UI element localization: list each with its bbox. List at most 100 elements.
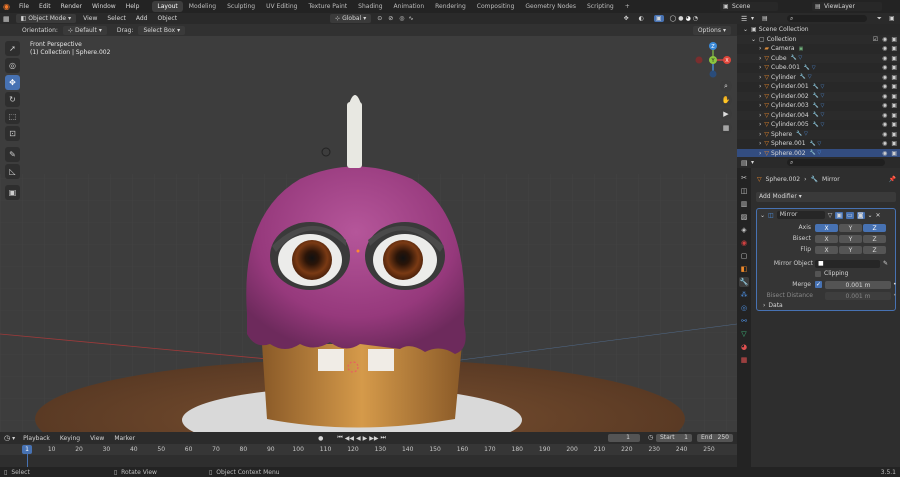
jump-end-icon[interactable]: ⏭ [380, 434, 385, 442]
end-frame-field[interactable]: End 250 [697, 434, 733, 442]
select-box-tool[interactable]: ➚ [5, 41, 20, 56]
add-workspace-button[interactable]: + [620, 1, 635, 12]
eye-icon[interactable]: ◉ [882, 74, 887, 81]
tab-constraints[interactable]: ⚯ [739, 316, 749, 326]
editor-type-icon[interactable]: ▦ [3, 15, 10, 23]
eye-icon[interactable]: ◉ [882, 102, 887, 109]
axis-y-toggle[interactable]: Y [839, 224, 862, 232]
eye-icon[interactable]: ◉ [882, 93, 887, 100]
shading-solid-icon[interactable]: ● [678, 15, 683, 22]
menu-help[interactable]: Help [121, 0, 145, 13]
tab-particles[interactable]: ⁂ [739, 290, 749, 300]
orientation-dropdown[interactable]: ⊹ Default ▾ [62, 25, 107, 35]
outliner-item-sphere-001[interactable]: › ▽ Sphere.001 🔧 ▽ ◉ ▣ [737, 139, 900, 149]
close-icon[interactable]: ✕ [876, 212, 881, 219]
tab-output[interactable]: ▥ [739, 199, 749, 209]
tab-physics[interactable]: ◎ [739, 303, 749, 313]
properties-search-input[interactable]: ⌕ [787, 159, 885, 166]
edit-mode-icon[interactable]: ▽ [828, 212, 833, 219]
eye-icon[interactable]: ◉ [882, 112, 887, 119]
transform-tool[interactable]: ⊡ [5, 126, 20, 141]
prev-key-icon[interactable]: ◀◀ [345, 435, 354, 442]
tab-tool[interactable]: ✂ [739, 173, 749, 183]
tab-world[interactable]: ◉ [739, 238, 749, 248]
jump-start-icon[interactable]: ⏮ [337, 434, 342, 442]
viewport-display-icon[interactable]: ▭ [846, 211, 854, 219]
drag-dropdown[interactable]: Select Box ▾ [138, 25, 186, 35]
outliner-item-cylinder-005[interactable]: › ▽ Cylinder.005 🔧 ▽ ◉ ▣ [737, 120, 900, 130]
current-frame-field[interactable]: 1 [608, 434, 640, 442]
viewport-menu-object[interactable]: Object [153, 15, 183, 22]
eye-icon[interactable]: ◉ [882, 45, 887, 52]
expand-chevron-icon[interactable]: › [759, 112, 761, 119]
expand-chevron-icon[interactable]: › [759, 83, 761, 90]
dropdown-icon[interactable]: ⌄ [868, 212, 873, 219]
render-camera-icon[interactable]: ▣ [891, 93, 897, 100]
outliner-item-cylinder[interactable]: › ▽ Cylinder 🔧 ▽ ◉ ▣ [737, 72, 900, 82]
render-camera-icon[interactable]: ▣ [891, 102, 897, 109]
rotate-tool[interactable]: ↻ [5, 92, 20, 107]
expand-chevron-icon[interactable]: › [759, 131, 761, 138]
timeline-menu-keying[interactable]: Keying [55, 435, 85, 442]
expand-chevron-icon[interactable]: ⌄ [743, 26, 748, 33]
shading-rendered-icon[interactable]: ◔ [693, 15, 698, 22]
timeline-menu-marker[interactable]: Marker [109, 435, 140, 442]
expand-chevron-icon[interactable]: › [759, 102, 761, 109]
exclude-checkbox[interactable]: ☑ [873, 36, 878, 43]
tab-animation[interactable]: Animation [389, 1, 430, 12]
expand-chevron-icon[interactable]: ⌄ [760, 212, 765, 219]
tab-geometry-nodes[interactable]: Geometry Nodes [520, 1, 581, 12]
tab-texture-paint[interactable]: Texture Paint [303, 1, 352, 12]
perspective-toggle-button[interactable]: ▦ [720, 122, 732, 134]
start-frame-field[interactable]: Start 1 [656, 434, 692, 442]
outliner-editor-icon[interactable]: ☰ [741, 15, 747, 23]
xray-icon[interactable]: ▣ [653, 15, 664, 22]
timeline-menu-view[interactable]: View [85, 435, 109, 442]
cage-icon[interactable]: ▣ [835, 211, 843, 219]
pan-view-button[interactable]: ✋ [720, 94, 732, 106]
frame-ruler[interactable]: 1102030405060708090100110120130140150160… [0, 444, 737, 455]
tab-material[interactable]: ◕ [739, 342, 749, 352]
transform-orientation-dropdown[interactable]: ⊹ Global ▾ [330, 14, 372, 23]
overlay-toggle-icon[interactable]: ◐ [639, 15, 644, 22]
render-camera-icon[interactable]: ▣ [891, 55, 897, 62]
shading-material-icon[interactable]: ◕ [686, 15, 691, 22]
snap-icon[interactable]: ⊘ [388, 15, 393, 22]
tab-data[interactable]: ▽ [739, 329, 749, 339]
outliner-item-cylinder-001[interactable]: › ▽ Cylinder.001 🔧 ▽ ◉ ▣ [737, 82, 900, 92]
render-camera-icon[interactable]: ▣ [891, 112, 897, 119]
expand-chevron-icon[interactable]: › [759, 64, 761, 71]
eye-icon[interactable]: ◉ [882, 64, 887, 71]
filter-icon[interactable]: ⏷ [877, 15, 882, 23]
timeline-area[interactable]: 1102030405060708090100110120130140150160… [0, 444, 737, 467]
wave-icon[interactable]: ∿ [409, 15, 414, 22]
scene-selector[interactable]: Scene [720, 2, 778, 11]
eyedropper-icon[interactable]: ✎ [883, 260, 888, 267]
annotate-tool[interactable]: ✎ [5, 147, 20, 162]
tab-object[interactable]: ◧ [739, 264, 749, 274]
tab-rendering[interactable]: Rendering [430, 1, 471, 12]
tab-uv-editing[interactable]: UV Editing [261, 1, 302, 12]
expand-chevron-icon[interactable]: › [759, 74, 761, 81]
render-camera-icon[interactable]: ▣ [891, 64, 897, 71]
mirror-object-field[interactable]: ■ [815, 260, 880, 268]
camera-view-button[interactable]: ▶ [720, 108, 732, 120]
pin-icon[interactable]: 📌 [889, 176, 896, 183]
tab-modifiers[interactable]: 🔧 [739, 277, 749, 287]
eye-icon[interactable]: ◉ [882, 36, 887, 43]
clipping-checkbox[interactable] [815, 270, 821, 277]
expand-chevron-icon[interactable]: › [759, 93, 761, 100]
display-mode-icon[interactable]: ▤ [762, 15, 768, 22]
tab-view-layer[interactable]: ▨ [739, 212, 749, 222]
timeline-menu-playback[interactable]: Playback [18, 435, 55, 442]
render-display-icon[interactable]: ◙ [856, 211, 865, 219]
render-camera-icon[interactable]: ▣ [891, 45, 897, 52]
axis-x-toggle[interactable]: X [815, 224, 838, 232]
shading-wireframe-icon[interactable]: ◯ [670, 15, 677, 22]
tab-compositing[interactable]: Compositing [472, 1, 520, 12]
record-icon[interactable]: ● [318, 435, 323, 442]
outliner-item-cylinder-003[interactable]: › ▽ Cylinder.003 🔧 ▽ ◉ ▣ [737, 101, 900, 111]
outliner-item-cube-001[interactable]: › ▽ Cube.001 🔧 ▽ ◉ ▣ [737, 63, 900, 73]
scale-tool[interactable]: ⬚ [5, 109, 20, 124]
tab-modeling[interactable]: Modeling [184, 1, 221, 12]
